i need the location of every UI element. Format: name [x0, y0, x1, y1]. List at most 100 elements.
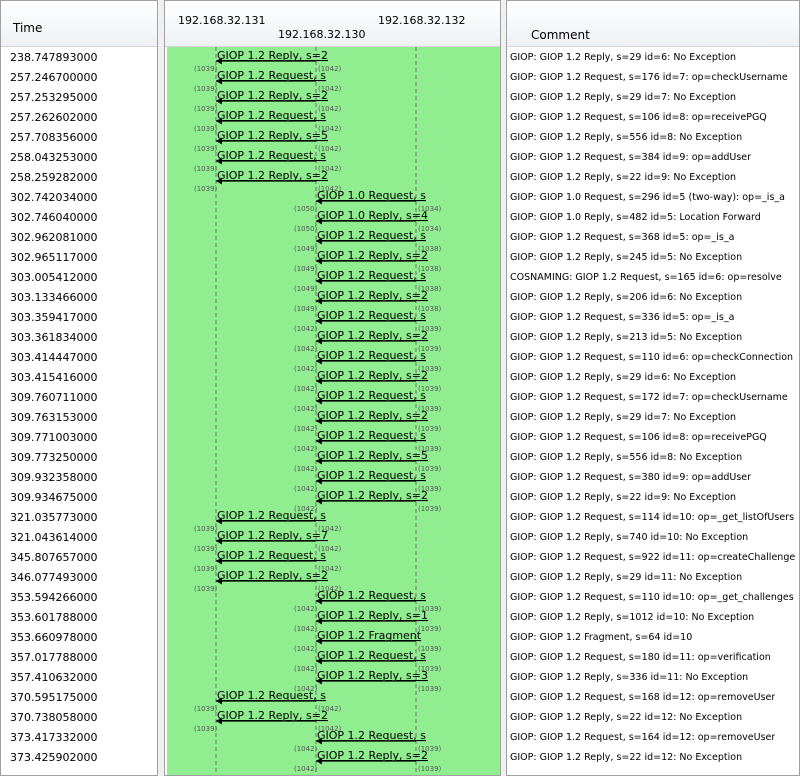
time-cell[interactable]: 302.746040000	[10, 208, 97, 228]
comment-cell[interactable]: GIOP: GIOP 1.2 Request, s=176 id=7: op=c…	[510, 68, 788, 88]
message-label[interactable]: GIOP 1.2 Reply, s=2	[317, 409, 428, 422]
comment-cell[interactable]: GIOP: GIOP 1.2 Reply, s=29 id=6: No Exce…	[510, 368, 736, 388]
message-label[interactable]: GIOP 1.2 Reply, s=2	[217, 709, 328, 722]
message-label[interactable]: GIOP 1.2 Request, s	[317, 269, 426, 282]
message-label[interactable]: GIOP 1.2 Request, s	[217, 509, 326, 522]
message-label[interactable]: GIOP 1.2 Request, s	[217, 69, 326, 82]
comment-cell[interactable]: GIOP: GIOP 1.2 Request, s=384 id=9: op=a…	[510, 148, 751, 168]
flow-graph-pane[interactable]: 192.168.32.131 192.168.32.130 192.168.32…	[164, 0, 501, 776]
message-label[interactable]: GIOP 1.2 Reply, s=7	[217, 529, 328, 542]
message-label[interactable]: GIOP 1.2 Reply, s=5	[317, 449, 428, 462]
comment-column-pane[interactable]: Comment GIOP: GIOP 1.2 Reply, s=29 id=6:…	[506, 0, 800, 776]
message-label[interactable]: GIOP 1.2 Request, s	[317, 729, 426, 742]
message-label[interactable]: GIOP 1.2 Request, s	[317, 229, 426, 242]
comment-cell[interactable]: GIOP: GIOP 1.2 Reply, s=22 id=12: No Exc…	[510, 748, 742, 768]
comment-cell[interactable]: GIOP: GIOP 1.2 Request, s=368 id=5: op=_…	[510, 228, 734, 248]
time-cell[interactable]: 238.747893000	[10, 48, 97, 68]
message-label[interactable]: GIOP 1.2 Reply, s=2	[317, 489, 428, 502]
time-cell[interactable]: 303.415416000	[10, 368, 97, 388]
comment-cell[interactable]: GIOP: GIOP 1.2 Reply, s=336 id=11: No Ex…	[510, 668, 748, 688]
message-label[interactable]: GIOP 1.2 Request, s	[217, 109, 326, 122]
message-label[interactable]: GIOP 1.2 Request, s	[317, 649, 426, 662]
time-cell[interactable]: 303.414447000	[10, 348, 97, 368]
comment-cell[interactable]: GIOP: GIOP 1.2 Request, s=110 id=10: op=…	[510, 588, 794, 608]
time-cell[interactable]: 302.962081000	[10, 228, 97, 248]
comment-cell[interactable]: GIOP: GIOP 1.2 Reply, s=1012 id=10: No E…	[510, 608, 754, 628]
comment-column-header[interactable]: Comment	[507, 1, 799, 47]
time-cell[interactable]: 357.017788000	[10, 648, 97, 668]
time-cell[interactable]: 309.763153000	[10, 408, 97, 428]
message-label[interactable]: GIOP 1.2 Reply, s=2	[217, 89, 328, 102]
comment-cell[interactable]: GIOP: GIOP 1.2 Request, s=168 id=12: op=…	[510, 688, 775, 708]
message-label[interactable]: GIOP 1.2 Request, s	[317, 589, 426, 602]
comment-cell[interactable]: GIOP: GIOP 1.2 Fragment, s=64 id=10	[510, 628, 692, 648]
time-cell[interactable]: 303.359417000	[10, 308, 97, 328]
time-column-pane[interactable]: Time 238.747893000 257.246700000 257.25329…	[0, 0, 158, 776]
time-cell[interactable]: 303.361834000	[10, 328, 97, 348]
message-label[interactable]: GIOP 1.2 Reply, s=2	[317, 329, 428, 342]
message-label[interactable]: GIOP 1.2 Request, s	[317, 469, 426, 482]
message-label[interactable]: GIOP 1.2 Reply, s=2	[317, 289, 428, 302]
sequence-diagram-canvas[interactable]: GIOP 1.2 Reply, s=2(1039) (1042)GIOP 1.2 …	[165, 47, 500, 776]
message-label[interactable]: GIOP 1.0 Reply, s=4	[317, 209, 428, 222]
message-label[interactable]: GIOP 1.2 Reply, s=2	[217, 49, 328, 62]
time-cell[interactable]: 257.246700000	[10, 68, 97, 88]
time-cell[interactable]: 370.595175000	[10, 688, 97, 708]
comment-cell[interactable]: GIOP: GIOP 1.2 Request, s=110 id=6: op=c…	[510, 348, 793, 368]
message-label[interactable]: GIOP 1.2 Request, s	[317, 389, 426, 402]
comment-cell[interactable]: GIOP: GIOP 1.2 Request, s=922 id=11: op=…	[510, 548, 795, 568]
comment-cell[interactable]: GIOP: GIOP 1.2 Reply, s=29 id=11: No Exc…	[510, 568, 742, 588]
time-cell[interactable]: 345.807657000	[10, 548, 97, 568]
comment-cell[interactable]: GIOP: GIOP 1.2 Reply, s=556 id=8: No Exc…	[510, 128, 742, 148]
comment-cell[interactable]: GIOP: GIOP 1.2 Reply, s=29 id=6: No Exce…	[510, 48, 736, 68]
time-cell[interactable]: 346.077493000	[10, 568, 97, 588]
time-cell[interactable]: 309.760711000	[10, 388, 97, 408]
time-cell[interactable]: 303.133466000	[10, 288, 97, 308]
message-label[interactable]: GIOP 1.2 Reply, s=3	[317, 669, 428, 682]
time-cell[interactable]: 258.259282000	[10, 168, 97, 188]
time-cell[interactable]: 309.773250000	[10, 448, 97, 468]
comment-cell[interactable]: GIOP: GIOP 1.2 Request, s=180 id=11: op=…	[510, 648, 771, 668]
time-cell[interactable]: 373.417332000	[10, 728, 97, 748]
comment-cell[interactable]: GIOP: GIOP 1.2 Reply, s=29 id=7: No Exce…	[510, 88, 736, 108]
message-label[interactable]: GIOP 1.2 Request, s	[217, 149, 326, 162]
time-cell[interactable]: 353.601788000	[10, 608, 97, 628]
time-cell[interactable]: 321.043614000	[10, 528, 97, 548]
message-label[interactable]: GIOP 1.2 Request, s	[317, 349, 426, 362]
comment-cell[interactable]: COSNAMING: GIOP 1.2 Request, s=165 id=6:…	[510, 268, 782, 288]
comment-cell[interactable]: GIOP: GIOP 1.2 Request, s=106 id=8: op=r…	[510, 108, 767, 128]
comment-cell[interactable]: GIOP: GIOP 1.2 Reply, s=740 id=10: No Ex…	[510, 528, 748, 548]
time-cell[interactable]: 309.771003000	[10, 428, 97, 448]
comment-cell[interactable]: GIOP: GIOP 1.2 Reply, s=22 id=9: No Exce…	[510, 168, 736, 188]
time-cell[interactable]: 257.708356000	[10, 128, 97, 148]
comment-cell[interactable]: GIOP: GIOP 1.2 Reply, s=556 id=8: No Exc…	[510, 448, 742, 468]
time-cell[interactable]: 302.742034000	[10, 188, 97, 208]
message-label[interactable]: GIOP 1.2 Reply, s=2	[317, 369, 428, 382]
time-cell[interactable]: 302.965117000	[10, 248, 97, 268]
comment-cell[interactable]: GIOP: GIOP 1.0 Reply, s=482 id=5: Locati…	[510, 208, 761, 228]
time-cell[interactable]: 309.934675000	[10, 488, 97, 508]
comment-cell[interactable]: GIOP: GIOP 1.2 Reply, s=29 id=7: No Exce…	[510, 408, 736, 428]
message-label[interactable]: GIOP 1.2 Request, s	[317, 309, 426, 322]
message-label[interactable]: GIOP 1.2 Request, s	[317, 429, 426, 442]
message-label[interactable]: GIOP 1.2 Request, s	[217, 689, 326, 702]
time-cell[interactable]: 370.738058000	[10, 708, 97, 728]
comment-cell[interactable]: GIOP: GIOP 1.2 Request, s=106 id=8: op=r…	[510, 428, 767, 448]
time-cell[interactable]: 309.932358000	[10, 468, 97, 488]
sequence-diagram[interactable]: GIOP 1.2 Reply, s=2 (1039) (1042) GIOP 1.2 …	[165, 47, 500, 776]
time-cell[interactable]: 353.660978000	[10, 628, 97, 648]
comment-cell[interactable]: GIOP: GIOP 1.2 Reply, s=22 id=9: No Exce…	[510, 488, 736, 508]
comment-cell[interactable]: GIOP: GIOP 1.2 Request, s=172 id=7: op=c…	[510, 388, 788, 408]
message-label[interactable]: GIOP 1.2 Fragment	[317, 629, 422, 642]
time-cell[interactable]: 303.005412000	[10, 268, 97, 288]
comment-cell[interactable]: GIOP: GIOP 1.2 Request, s=380 id=9: op=a…	[510, 468, 751, 488]
comment-cell[interactable]: GIOP: GIOP 1.2 Request, s=164 id=12: op=…	[510, 728, 775, 748]
time-cell[interactable]: 357.410632000	[10, 668, 97, 688]
time-cell[interactable]: 257.262602000	[10, 108, 97, 128]
comment-cell[interactable]: GIOP: GIOP 1.2 Reply, s=22 id=12: No Exc…	[510, 708, 742, 728]
comment-cell[interactable]: GIOP: GIOP 1.2 Request, s=336 id=5: op=_…	[510, 308, 734, 328]
time-column-header[interactable]: Time	[1, 1, 157, 47]
time-cell[interactable]: 321.035773000	[10, 508, 97, 528]
message-label[interactable]: GIOP 1.2 Reply, s=2	[217, 569, 328, 582]
comment-cell[interactable]: GIOP: GIOP 1.0 Request, s=296 id=5 (two-…	[510, 188, 785, 208]
